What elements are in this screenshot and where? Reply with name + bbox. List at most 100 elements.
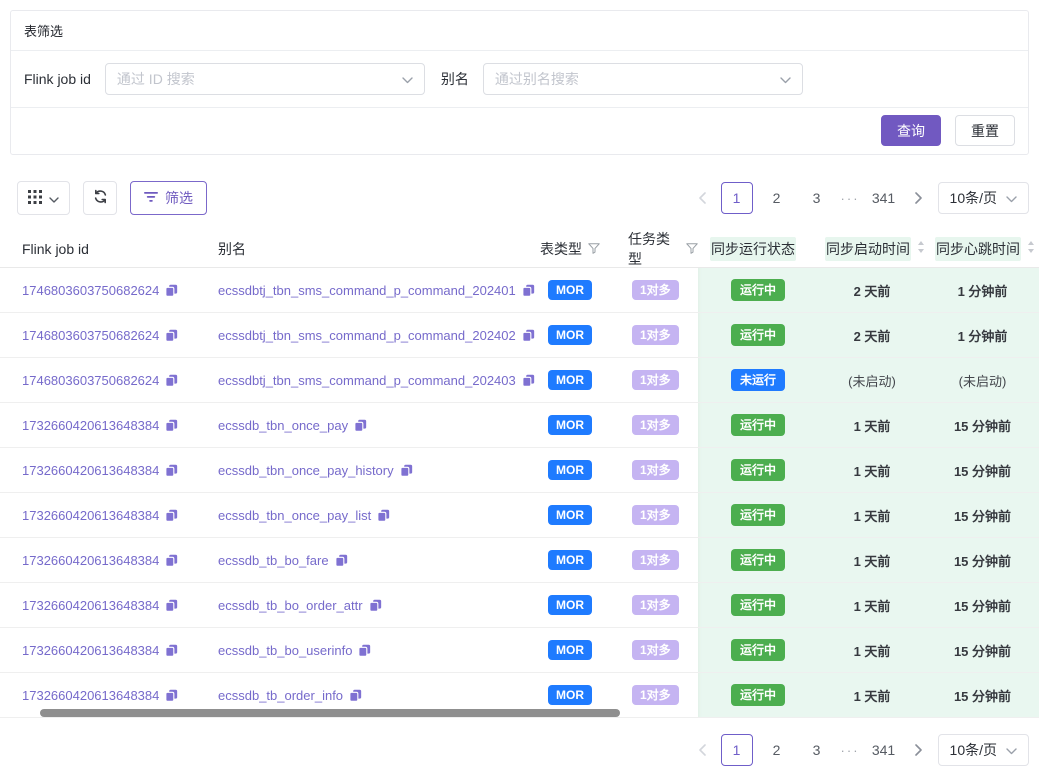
alias-link[interactable]: ecssdb_tbn_once_pay_history xyxy=(218,463,394,478)
prev-page-button[interactable] xyxy=(691,182,713,214)
copy-icon[interactable] xyxy=(369,599,382,612)
copy-icon[interactable] xyxy=(165,509,178,522)
copy-icon[interactable] xyxy=(358,644,371,657)
page-ellipsis[interactable]: ··· xyxy=(841,191,860,206)
page-button-341[interactable]: 341 xyxy=(868,734,900,766)
next-page-button[interactable] xyxy=(908,182,930,214)
job-id-link[interactable]: 1732660420613648384 xyxy=(22,463,159,478)
page-button-1[interactable]: 1 xyxy=(721,734,753,766)
alias-placeholder: 通过别名搜索 xyxy=(495,69,579,89)
prev-page-button[interactable] xyxy=(691,734,713,766)
heartbeat-time-cell: 1 分钟前 xyxy=(926,268,1039,312)
page-button-3[interactable]: 3 xyxy=(801,734,833,766)
copy-icon[interactable] xyxy=(400,464,413,477)
chevron-down-icon xyxy=(780,71,791,87)
refresh-button[interactable] xyxy=(83,181,117,215)
copy-icon[interactable] xyxy=(522,374,535,387)
job-id-link[interactable]: 1732660420613648384 xyxy=(22,598,159,613)
copy-icon[interactable] xyxy=(349,689,362,702)
alias-field: 别名 通过别名搜索 xyxy=(441,63,803,95)
copy-icon[interactable] xyxy=(522,284,535,297)
query-button[interactable]: 查询 xyxy=(881,115,941,146)
heartbeat-time-cell: 15 分钟前 xyxy=(926,628,1039,672)
flink-job-id-select[interactable]: 通过 ID 搜索 xyxy=(105,63,425,95)
table-row: 1746803603750682624 ecssdbtj_tbn_sms_com… xyxy=(0,268,1039,313)
column-filter-funnel-icon[interactable] xyxy=(686,241,698,257)
page-size-select[interactable]: 10条/页 xyxy=(938,734,1029,766)
column-filter-funnel-icon[interactable] xyxy=(588,241,600,257)
job-id-link[interactable]: 1746803603750682624 xyxy=(22,283,159,298)
table-body: 1746803603750682624 ecssdbtj_tbn_sms_com… xyxy=(0,268,1039,718)
pagination-bottom: 1 2 3 ··· 341 10条/页 xyxy=(691,734,1029,766)
alias-link[interactable]: ecssdb_tb_bo_fare xyxy=(218,553,329,568)
job-id-link[interactable]: 1732660420613648384 xyxy=(22,418,159,433)
table-row: 1732660420613648384 ecssdb_tb_bo_userinf… xyxy=(0,628,1039,673)
alias-link[interactable]: ecssdb_tb_bo_userinfo xyxy=(218,643,352,658)
page-button-2[interactable]: 2 xyxy=(761,734,793,766)
filter-form: Flink job id 通过 ID 搜索 别名 通过别名搜索 xyxy=(11,51,1028,108)
copy-icon[interactable] xyxy=(165,599,178,612)
task-type-badge: 1对多 xyxy=(632,325,679,345)
status-badge: 运行中 xyxy=(731,549,785,571)
copy-icon[interactable] xyxy=(354,419,367,432)
alias-link[interactable]: ecssdb_tbn_once_pay_list xyxy=(218,508,371,523)
copy-icon[interactable] xyxy=(165,284,178,297)
heartbeat-time-cell: 15 分钟前 xyxy=(926,448,1039,492)
alias-select[interactable]: 通过别名搜索 xyxy=(483,63,803,95)
table-type-badge: MOR xyxy=(548,370,592,390)
alias-link[interactable]: ecssdbtj_tbn_sms_command_p_command_20240… xyxy=(218,283,516,298)
table-type-badge: MOR xyxy=(548,640,592,660)
table-row: 1746803603750682624 ecssdbtj_tbn_sms_com… xyxy=(0,358,1039,403)
next-page-button[interactable] xyxy=(908,734,930,766)
job-id-link[interactable]: 1732660420613648384 xyxy=(22,508,159,523)
alias-link[interactable]: ecssdbtj_tbn_sms_command_p_command_20240… xyxy=(218,373,516,388)
job-id-link[interactable]: 1732660420613648384 xyxy=(22,553,159,568)
task-type-badge: 1对多 xyxy=(632,505,679,525)
copy-icon[interactable] xyxy=(165,464,178,477)
start-time-cell: 1 天前 xyxy=(818,403,926,447)
horizontal-scrollbar[interactable] xyxy=(40,709,620,717)
job-id-link[interactable]: 1746803603750682624 xyxy=(22,328,159,343)
copy-icon[interactable] xyxy=(522,329,535,342)
task-type-badge: 1对多 xyxy=(632,685,679,705)
page-button-1[interactable]: 1 xyxy=(721,182,753,214)
column-settings-button[interactable] xyxy=(17,181,70,215)
alias-link[interactable]: ecssdb_tbn_once_pay xyxy=(218,418,348,433)
column-sorter-icon[interactable] xyxy=(1027,240,1035,257)
alias-link[interactable]: ecssdb_tb_bo_order_attr xyxy=(218,598,363,613)
heartbeat-time-cell: 15 分钟前 xyxy=(926,583,1039,627)
task-type-badge: 1对多 xyxy=(632,460,679,480)
flink-job-id-label: Flink job id xyxy=(24,71,91,87)
status-badge: 运行中 xyxy=(731,504,785,526)
job-id-link[interactable]: 1732660420613648384 xyxy=(22,643,159,658)
alias-link[interactable]: ecssdb_tb_order_info xyxy=(218,688,343,703)
copy-icon[interactable] xyxy=(165,329,178,342)
copy-icon[interactable] xyxy=(165,554,178,567)
page-button-341[interactable]: 341 xyxy=(868,182,900,214)
sync-table: Flink job id 别名 表类型 任务类型 同步运行状态 同步启动时间 同… xyxy=(0,230,1039,718)
copy-icon[interactable] xyxy=(377,509,390,522)
table-type-badge: MOR xyxy=(548,460,592,480)
alias-link[interactable]: ecssdbtj_tbn_sms_command_p_command_20240… xyxy=(218,328,516,343)
table-type-badge: MOR xyxy=(548,280,592,300)
job-id-link[interactable]: 1732660420613648384 xyxy=(22,688,159,703)
filter-button[interactable]: 筛选 xyxy=(130,181,207,215)
table-header: Flink job id 别名 表类型 任务类型 同步运行状态 同步启动时间 同… xyxy=(0,230,1039,268)
copy-icon[interactable] xyxy=(165,374,178,387)
page-button-3[interactable]: 3 xyxy=(801,182,833,214)
page-ellipsis[interactable]: ··· xyxy=(841,743,860,758)
col-header-start-time[interactable]: 同步启动时间 xyxy=(818,230,926,267)
copy-icon[interactable] xyxy=(165,689,178,702)
copy-icon[interactable] xyxy=(335,554,348,567)
task-type-badge: 1对多 xyxy=(632,640,679,660)
filter-icon xyxy=(144,190,158,206)
table-row: 1732660420613648384 ecssdb_tbn_once_pay_… xyxy=(0,493,1039,538)
reset-button[interactable]: 重置 xyxy=(955,115,1015,146)
col-header-heartbeat-time[interactable]: 同步心跳时间 xyxy=(926,230,1039,267)
page-size-select[interactable]: 10条/页 xyxy=(938,182,1029,214)
job-id-link[interactable]: 1746803603750682624 xyxy=(22,373,159,388)
copy-icon[interactable] xyxy=(165,644,178,657)
page-button-2[interactable]: 2 xyxy=(761,182,793,214)
column-sorter-icon[interactable] xyxy=(917,240,925,257)
copy-icon[interactable] xyxy=(165,419,178,432)
